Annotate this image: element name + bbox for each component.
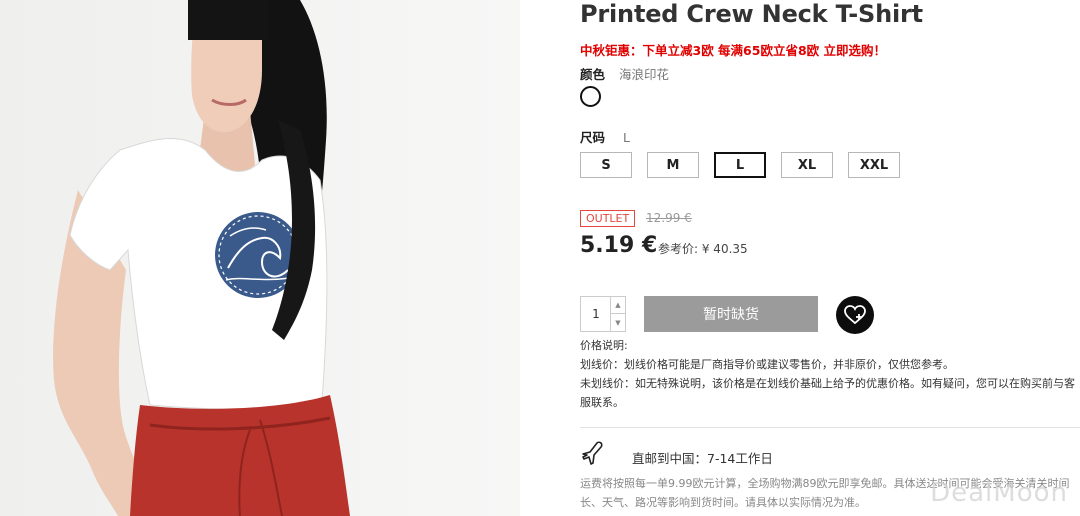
size-option-xxl[interactable]: XXL bbox=[848, 152, 900, 178]
price-note-heading: 价格说明: bbox=[580, 339, 628, 352]
price-note-line-1: 划线价：划线价格可能是厂商指导价或建议零售价，并非原价，仅供您参考。 bbox=[580, 358, 954, 371]
reference-price: 参考价: ¥ 40.35 bbox=[658, 242, 748, 256]
price-note-line-2: 未划线价：如无特殊说明，该价格是在划线价基础上给予的优惠价格。如有疑问，您可以在… bbox=[580, 377, 1075, 409]
color-label: 颜色 bbox=[580, 67, 606, 82]
color-swatch-wave-print[interactable] bbox=[580, 86, 601, 107]
size-row: 尺码 L bbox=[580, 127, 630, 146]
quantity-stepper: 1 ▲ ▼ bbox=[580, 296, 626, 332]
size-option-m[interactable]: M bbox=[647, 152, 699, 178]
price-explanation: 价格说明: 划线价：划线价格可能是厂商指导价或建议零售价，并非原价，仅供您参考。… bbox=[580, 336, 1080, 412]
divider bbox=[580, 427, 1080, 428]
size-option-l[interactable]: L bbox=[714, 152, 766, 178]
product-photo bbox=[0, 0, 520, 516]
wishlist-button[interactable] bbox=[836, 296, 874, 334]
size-label: 尺码 bbox=[580, 130, 606, 145]
size-option-s[interactable]: S bbox=[580, 152, 632, 178]
size-option-xl[interactable]: XL bbox=[781, 152, 833, 178]
product-details: Printed Crew Neck T-Shirt 中秋钜惠：下单立减3欧 每满… bbox=[580, 0, 1080, 516]
color-value: 海浪印花 bbox=[619, 67, 670, 82]
quantity-decrease-button[interactable]: ▼ bbox=[610, 314, 625, 331]
original-price: 12.99 € bbox=[646, 211, 692, 225]
color-row: 颜色 海浪印花 bbox=[580, 64, 669, 83]
model-illustration bbox=[53, 0, 350, 516]
quantity-increase-button[interactable]: ▲ bbox=[610, 297, 625, 314]
sold-out-button[interactable]: 暂时缺货 bbox=[644, 296, 818, 332]
heart-plus-icon bbox=[844, 305, 866, 325]
outlet-badge: OUTLET bbox=[580, 210, 636, 227]
promo-banner[interactable]: 中秋钜惠：下单立减3欧 每满65欧立省8欧 立即选购！ bbox=[580, 40, 886, 59]
shipping-time: 直邮到中国：7-14工作日 bbox=[632, 451, 773, 466]
product-title: Printed Crew Neck T-Shirt bbox=[580, 0, 923, 28]
size-value: L bbox=[623, 130, 630, 145]
airplane-icon bbox=[580, 440, 606, 466]
quantity-input[interactable]: 1 bbox=[581, 297, 611, 331]
sale-price: 5.19 € bbox=[580, 233, 658, 258]
watermark-logo: DealMoon bbox=[930, 478, 1068, 508]
